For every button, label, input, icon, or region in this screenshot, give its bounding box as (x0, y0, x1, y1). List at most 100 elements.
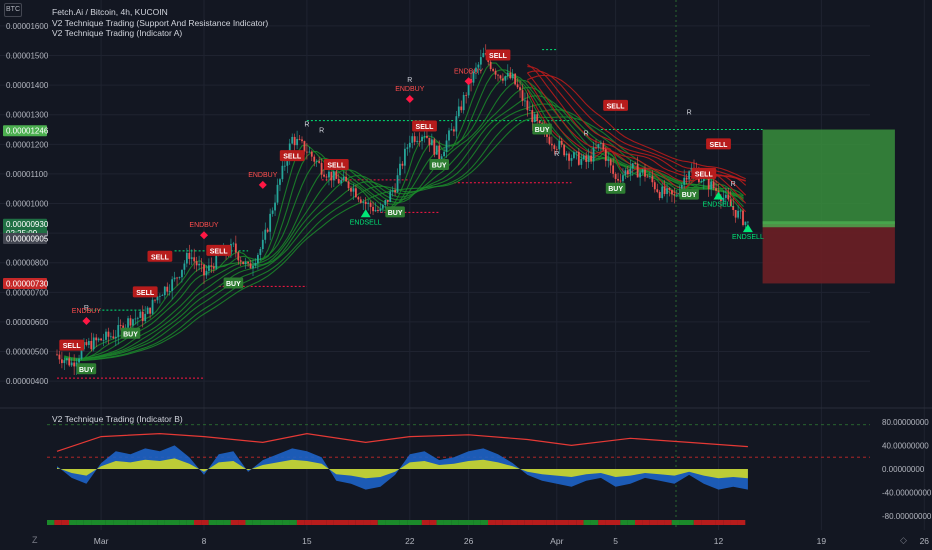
candle-body (330, 171, 333, 181)
candle-body (68, 358, 71, 366)
candle-body (555, 148, 558, 150)
candle-body (70, 362, 73, 366)
candle-body (239, 260, 242, 262)
candle-body (296, 138, 298, 146)
candle-body (323, 174, 325, 177)
legend-indicator-b[interactable]: V2 Technique Trading (Indicator B) (52, 414, 183, 424)
price-tick-label: 0.00000600 (6, 318, 49, 327)
candle-body (580, 159, 583, 165)
candle-body (404, 148, 406, 166)
candle-body (462, 94, 465, 111)
candle-body (649, 176, 651, 178)
trend-strip-cell (113, 520, 121, 525)
candle-body (597, 143, 600, 148)
trend-strip-cell (686, 520, 694, 525)
candle-body (658, 191, 661, 198)
candle-body (394, 190, 396, 193)
candle-body (85, 342, 88, 345)
candle-body (301, 139, 303, 142)
trend-strip-cell (679, 520, 687, 525)
time-tick-label: 26 (920, 536, 930, 546)
candle-body (516, 84, 519, 88)
timezone-icon[interactable]: Z (32, 535, 38, 545)
candle-body (477, 64, 480, 68)
candle-body (352, 188, 355, 192)
trend-strip-cell (223, 520, 231, 525)
candle-body (560, 140, 563, 145)
candle-body (369, 202, 372, 207)
candle-body (408, 142, 411, 148)
candle-body (384, 200, 387, 205)
trend-strip-cell (385, 520, 393, 525)
candle-body (413, 136, 416, 142)
trend-strip-cell (495, 520, 503, 525)
trend-strip-cell (135, 520, 143, 525)
trend-strip-cell (341, 520, 349, 525)
candle-body (357, 197, 360, 200)
candle-body (482, 53, 485, 58)
candle-body (178, 277, 181, 278)
signal-label: SELL (607, 103, 626, 110)
trend-strip-cell (612, 520, 621, 525)
candle-body (411, 136, 414, 143)
candle-body (389, 191, 392, 202)
candle-body (565, 153, 568, 156)
candle-body (90, 340, 93, 350)
candle-body (183, 263, 186, 270)
trend-strip-cell (576, 520, 584, 525)
time-tick-label: 12 (714, 536, 724, 546)
candle-body (266, 229, 269, 232)
candle-body (293, 136, 296, 146)
candle-body (308, 151, 311, 153)
candle-body (609, 159, 612, 166)
candle-body (479, 57, 482, 65)
candle-body (626, 170, 629, 175)
trend-strip-cell (201, 520, 209, 525)
long-position-box[interactable] (762, 129, 895, 284)
legend-indicator-a[interactable]: V2 Technique Trading (Indicator A) (52, 28, 268, 39)
candle-body (381, 204, 384, 209)
time-tick-label: Apr (550, 536, 563, 546)
candle-body (492, 69, 494, 71)
candle-body (257, 254, 259, 264)
signal-label: SELL (63, 343, 82, 350)
symbol-badge[interactable]: BTC (4, 3, 22, 17)
trend-strip-cell (399, 520, 408, 525)
trend-strip-cell (737, 520, 746, 525)
trend-strip-cell (91, 520, 99, 525)
candle-body (303, 141, 306, 152)
candle-body (497, 74, 499, 76)
candle-body (568, 153, 570, 161)
candle-body (396, 175, 399, 193)
candle-body (166, 286, 169, 292)
signal-label: SELL (416, 124, 435, 131)
legend-indicator-sr[interactable]: V2 Technique Trading (Support And Resist… (52, 18, 268, 29)
candle-body (602, 143, 605, 150)
candle-body (252, 265, 254, 269)
settings-icon[interactable]: ◇ (900, 535, 907, 546)
candle-body (259, 249, 262, 255)
candle-body (188, 252, 191, 259)
signal-label: ENDBUY (72, 308, 102, 315)
r-marker: R (731, 181, 736, 188)
candle-body (418, 140, 421, 142)
candle-body (335, 171, 338, 179)
candle-body (374, 209, 377, 212)
candle-body (144, 313, 147, 322)
candle-body (511, 73, 514, 79)
candle-body (205, 270, 208, 276)
price-tick-label: 0.00000700 (6, 288, 49, 297)
trend-strip-cell (510, 520, 518, 525)
candle-body (276, 184, 279, 203)
candle-body (306, 151, 308, 153)
trading-chart[interactable]: RRRRRRRR SELLBUYENDBUYBUYSELLSELLENDBUYS… (0, 0, 932, 550)
indicator-tick-label: 0.00000000 (882, 465, 925, 474)
trend-strip-cell (657, 520, 665, 525)
candle-body (604, 149, 607, 161)
time-tick-label: Mar (94, 536, 109, 546)
trend-strip-cell (627, 520, 636, 525)
candle-body (100, 338, 102, 341)
indicator-tick-label: 40.00000000 (882, 441, 929, 450)
trend-strip-cell (539, 520, 547, 525)
legend-symbol-line[interactable]: Fetch.Ai / Bitcoin, 4h, KUCOIN (52, 7, 268, 18)
